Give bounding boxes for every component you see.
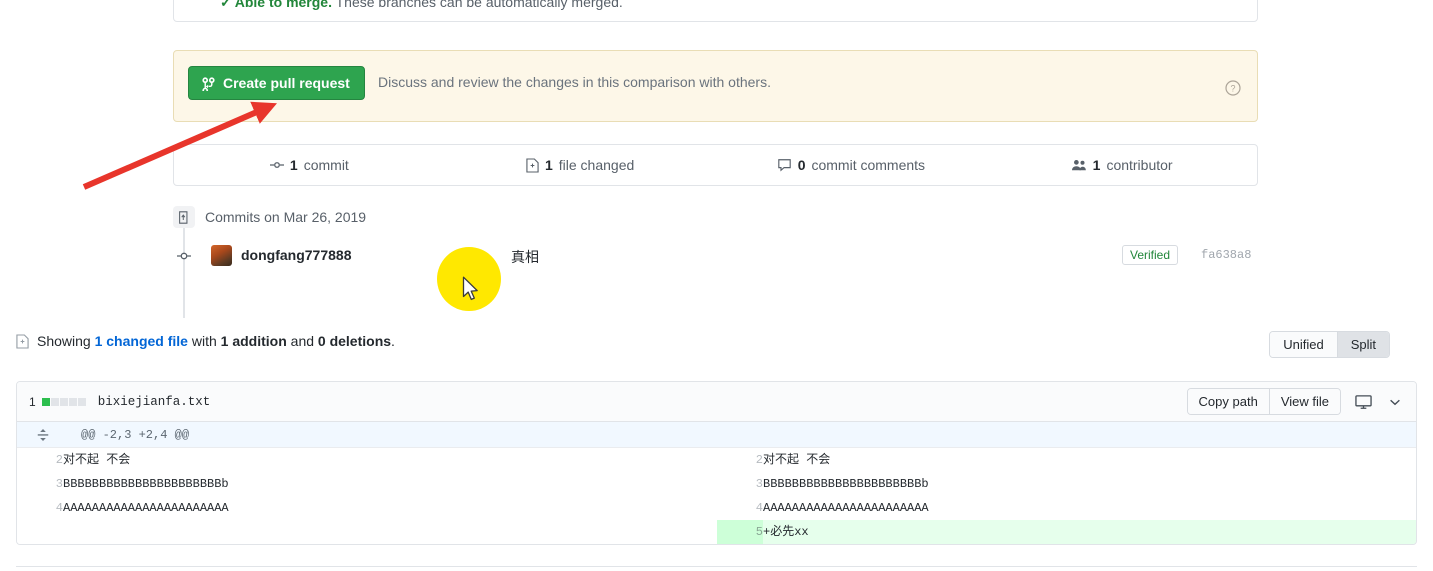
diffstat-block-empty (77, 397, 86, 406)
create-pull-request-button[interactable]: Create pull request (188, 66, 365, 100)
git-pull-request-icon (202, 76, 215, 91)
diff-file-actions: Copy path View file (1186, 388, 1406, 415)
divider (16, 566, 1417, 567)
commits-section: Commits on Mar 26, 2019 dongfang777888 真… (173, 198, 1283, 318)
stat-comments-label: commit comments (811, 157, 926, 173)
table-row: 4 AAAAAAAAAAAAAAAAAAAAAAA 4 AAAAAAAAAAAA… (17, 496, 1416, 520)
diff-line-number-left[interactable]: 3 (17, 472, 63, 496)
stat-commit-comments[interactable]: 0 commit comments (716, 145, 987, 185)
svg-text:?: ? (1230, 84, 1235, 94)
stat-files-count: 1 (544, 157, 553, 173)
showing-suffix: . (391, 333, 395, 349)
chevron-down-icon[interactable] (1388, 395, 1402, 409)
stat-contributors[interactable]: 1 contributor (986, 145, 1257, 185)
table-row: 3 BBBBBBBBBBBBBBBBBBBBBBb 3 BBBBBBBBBBBB… (17, 472, 1416, 496)
diff-code-left[interactable]: BBBBBBBBBBBBBBBBBBBBBBb (63, 472, 716, 496)
commit-icon (269, 162, 284, 168)
stat-commits-count: 1 (289, 157, 298, 173)
diff-table: 2 对不起 不会 2 对不起 不会 3 BBBBBBBBBBBBBBBBBBBB… (17, 448, 1416, 544)
stat-commits[interactable]: 1 commit (174, 145, 445, 185)
commit-sha[interactable]: fa638a8 (1201, 248, 1251, 262)
create-pull-request-label: Create pull request (223, 75, 350, 91)
avatar[interactable] (211, 245, 232, 266)
commits-date-row: Commits on Mar 26, 2019 (173, 198, 1283, 236)
diffstat: 1 (29, 395, 86, 409)
diff-hunk-range: @@ -2,3 +2,4 @@ (81, 427, 190, 442)
diff-line-number-right[interactable]: 5 (717, 520, 763, 544)
github-compare-page: ✓ Able to merge. These branches can be au… (0, 0, 1433, 571)
diff-file-header: 1 bixiejianfa.txt Copy path View file (17, 382, 1416, 422)
stat-contributors-count: 1 (1092, 157, 1101, 173)
commit-timeline (183, 228, 185, 318)
copy-path-button[interactable]: Copy path (1187, 389, 1269, 414)
showing-summary-text: Showing 1 changed file with 1 addition a… (37, 333, 395, 349)
showing-summary: Showing 1 changed file with 1 addition a… (16, 333, 395, 349)
merge-status-text: ✓ Able to merge. These branches can be au… (220, 0, 623, 11)
showing-deletions: 0 deletions (317, 333, 392, 349)
diffstat-bar (41, 397, 86, 406)
merge-status-label: Able to merge. (234, 0, 332, 10)
tab-unified[interactable]: Unified (1270, 332, 1337, 357)
diff-code-right[interactable]: +必先xx (763, 520, 1416, 544)
stat-commits-label: commit (303, 157, 349, 173)
mouse-pointer-icon (462, 276, 478, 301)
commit-message[interactable]: 真相 (511, 247, 539, 267)
display-icon[interactable] (1355, 394, 1372, 410)
diffstat-block-add (41, 397, 50, 406)
diff-line-number-left (17, 520, 63, 544)
stat-comments-count: 0 (797, 157, 806, 173)
table-row: 2 对不起 不会 2 对不起 不会 (17, 448, 1416, 472)
file-icon (526, 157, 539, 173)
commit-dot-icon (177, 252, 191, 260)
diff-view-toggle: Unified Split (1269, 331, 1390, 358)
diff-code-left[interactable]: AAAAAAAAAAAAAAAAAAAAAAA (63, 496, 716, 520)
showing-prefix: Showing (37, 333, 95, 349)
unfold-icon[interactable] (17, 428, 69, 442)
create-pull-request-panel: Create pull request Discuss and review t… (173, 50, 1258, 122)
file-diff-icon (16, 333, 29, 349)
diffstat-block-empty (59, 397, 68, 406)
pull-request-description: Discuss and review the changes in this c… (378, 74, 771, 90)
showing-conjunction: and (286, 333, 318, 349)
file-action-buttons: Copy path View file (1186, 388, 1341, 415)
merge-status-banner: ✓ Able to merge. These branches can be au… (173, 0, 1258, 22)
commits-icon (173, 206, 195, 228)
commit-author[interactable]: dongfang777888 (241, 247, 351, 263)
showing-additions: 1 addition (220, 333, 287, 349)
diff-filename[interactable]: bixiejianfa.txt (98, 395, 211, 409)
stat-contributors-label: contributor (1106, 157, 1173, 173)
diffstat-block-empty (50, 397, 59, 406)
comment-icon (777, 159, 791, 172)
commit-row: dongfang777888 真相 Verified fa638a8 (173, 228, 1283, 318)
diff-code-left[interactable]: 对不起 不会 (63, 448, 716, 472)
people-icon (1071, 160, 1086, 171)
status-badge[interactable]: Verified (1122, 245, 1179, 265)
showing-changed-file-link[interactable]: 1 changed file (95, 333, 188, 349)
commits-date-label: Commits on Mar 26, 2019 (205, 209, 367, 225)
diff-hunk-header: @@ -2,3 +2,4 @@ (17, 422, 1416, 448)
diff-code-right[interactable]: 对不起 不会 (763, 448, 1416, 472)
diff-line-number-right[interactable]: 4 (717, 496, 763, 520)
question-circle-icon[interactable]: ? (1225, 80, 1241, 96)
view-file-button[interactable]: View file (1268, 389, 1340, 414)
stat-files-label: file changed (558, 157, 635, 173)
showing-middle: with (187, 333, 221, 349)
diff-code-right[interactable]: BBBBBBBBBBBBBBBBBBBBBBb (763, 472, 1416, 496)
diff-code-right[interactable]: AAAAAAAAAAAAAAAAAAAAAAA (763, 496, 1416, 520)
diff-file: 1 bixiejianfa.txt Copy path View file @@… (16, 381, 1417, 545)
comparison-stats-bar: 1 commit 1 file changed 0 commit comment… (173, 144, 1258, 186)
diff-line-number-left[interactable]: 2 (17, 448, 63, 472)
diff-line-number-left[interactable]: 4 (17, 496, 63, 520)
tab-split[interactable]: Split (1336, 332, 1389, 357)
stat-files-changed[interactable]: 1 file changed (445, 145, 716, 185)
diffstat-block-empty (68, 397, 77, 406)
table-row-added: 5 +必先xx (17, 520, 1416, 544)
diffstat-count: 1 (29, 394, 36, 409)
diff-code-left (63, 520, 716, 544)
check-icon: ✓ (220, 0, 232, 10)
merge-status-description: These branches can be automatically merg… (335, 0, 623, 10)
diff-line-number-right[interactable]: 2 (717, 448, 763, 472)
diff-line-number-right[interactable]: 3 (717, 472, 763, 496)
